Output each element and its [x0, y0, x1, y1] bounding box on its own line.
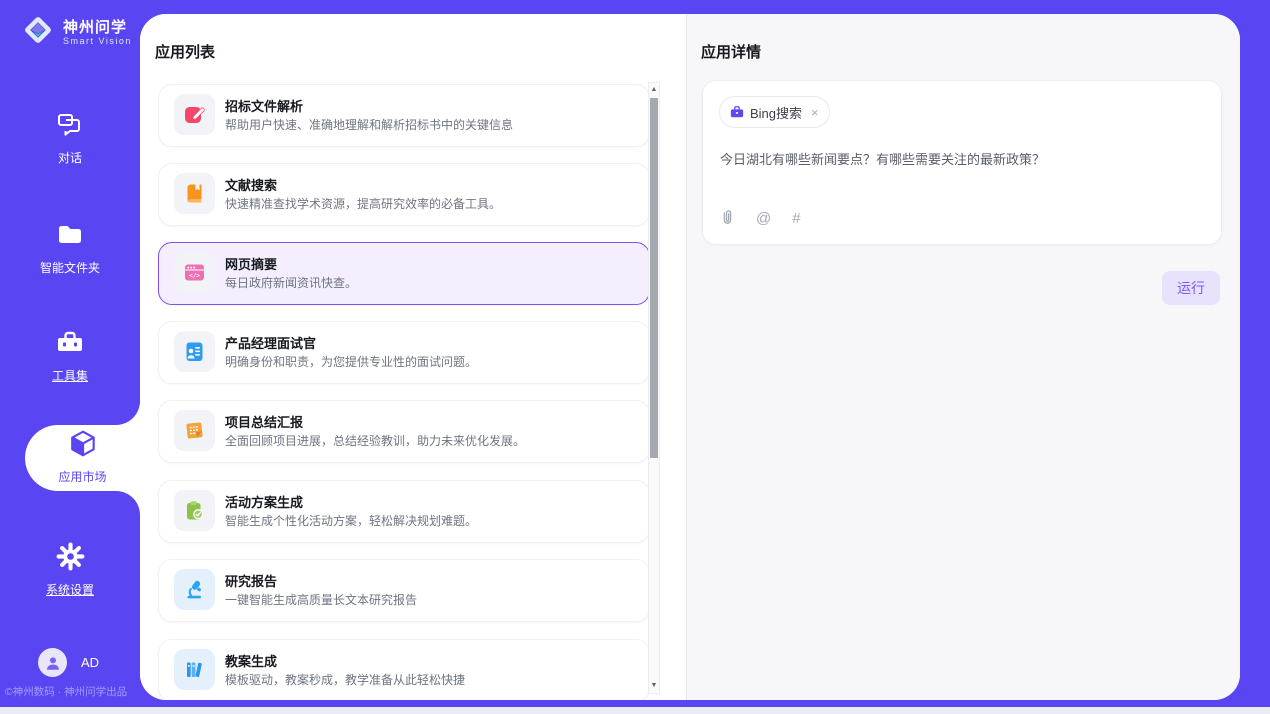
sidebar-item-settings[interactable]: 系统设置	[0, 541, 140, 598]
paperclip-icon[interactable]	[720, 209, 735, 229]
diamond-logo-icon	[20, 12, 56, 53]
content-surface: 应用列表 招标文件解析 帮助用户快速、准确地理解和解析招标书中的关键信息	[140, 14, 1240, 700]
app-desc: 每日政府新闻资讯快查。	[225, 274, 357, 291]
user-account[interactable]: AD	[38, 648, 99, 677]
toolbox-icon	[55, 328, 85, 363]
prompt-card: Bing搜索 × 今日湖北有哪些新闻要点？有哪些需要关注的最新政策？ @ #	[702, 80, 1222, 245]
app-card-project-summary[interactable]: 项目总结汇报 全面回顾项目进展，总结经验教训，助力未来优化发展。	[158, 400, 650, 463]
scroll-down-arrow-icon[interactable]: ▼	[649, 679, 659, 693]
app-card-event-plan[interactable]: 活动方案生成 智能生成个性化活动方案，轻松解决规划难题。	[158, 480, 650, 543]
app-desc: 模板驱动，教案秒成，教学准备从此轻松快捷	[225, 671, 465, 688]
sidebar-item-label: 工具集	[52, 367, 88, 384]
sidebar-item-toolbox[interactable]: 工具集	[0, 328, 140, 384]
app-title: 招标文件解析	[225, 96, 303, 115]
app-title: 产品经理面试官	[225, 333, 316, 352]
tool-tag-label: Bing搜索	[750, 103, 802, 122]
sidebar-item-smart-folder[interactable]: 智能文件夹	[0, 220, 140, 276]
app-desc: 全面回顾项目进展，总结经验教训，助力未来优化发展。	[225, 432, 525, 449]
app-card-literature-search[interactable]: 文献搜索 快速精准查找学术资源，提高研究效率的必备工具。	[158, 163, 650, 226]
microscope-icon	[174, 569, 215, 610]
browser-code-icon: </>	[174, 252, 215, 293]
sidebar-item-label: 应用市场	[58, 468, 106, 485]
app-card-web-summary[interactable]: </> 网页摘要 每日政府新闻资讯快查。	[158, 242, 650, 305]
book-icon	[174, 173, 215, 214]
brand-name: 神州问学	[63, 19, 132, 36]
resume-person-icon	[174, 331, 215, 372]
app-card-pm-interviewer[interactable]: 产品经理面试官 明确身份和职责，为您提供专业性的面试问题。	[158, 321, 650, 384]
app-list-title: 应用列表	[155, 41, 215, 62]
app-title: 活动方案生成	[225, 492, 303, 511]
mention-icon[interactable]: @	[756, 211, 771, 227]
sidebar: 神州问学 Smart Vision 对话 智能文件夹	[0, 0, 140, 707]
books-icon	[174, 649, 215, 690]
clipboard-check-icon	[174, 490, 215, 531]
brand-logo: 神州问学 Smart Vision	[20, 12, 132, 53]
briefcase-icon	[730, 105, 744, 119]
app-title: 文献搜索	[225, 175, 277, 194]
app-title: 项目总结汇报	[225, 412, 303, 431]
nav-pill-notch-top	[116, 401, 140, 425]
prompt-input[interactable]: 今日湖北有哪些新闻要点？有哪些需要关注的最新政策？	[720, 149, 1205, 168]
gear-icon	[55, 541, 86, 577]
person-icon	[44, 654, 62, 672]
run-button[interactable]: 运行	[1162, 271, 1220, 305]
brand-text: 神州问学 Smart Vision	[63, 19, 132, 47]
app-title: 网页摘要	[225, 254, 277, 273]
app-desc: 明确身份和职责，为您提供专业性的面试问题。	[225, 353, 477, 370]
nav-pill-notch-bottom	[116, 491, 140, 515]
app-list-panel: 应用列表 招标文件解析 帮助用户快速、准确地理解和解析招标书中的关键信息	[140, 14, 686, 700]
scrollbar-thumb[interactable]	[650, 98, 658, 458]
sidebar-item-app-market[interactable]: 应用市场	[25, 428, 140, 485]
app-card-research-report[interactable]: 研究报告 一键智能生成高质量长文本研究报告	[158, 559, 650, 622]
sidebar-footer-credit: ©神州数码 · 神州问学出品	[5, 684, 145, 699]
app-card-bid-doc-parse[interactable]: 招标文件解析 帮助用户快速、准确地理解和解析招标书中的关键信息	[158, 84, 650, 147]
app-card-lesson-plan[interactable]: 教案生成 模板驱动，教案秒成，教学准备从此轻松快捷	[158, 639, 650, 700]
app-desc: 快速精准查找学术资源，提高研究效率的必备工具。	[225, 195, 501, 212]
scroll-up-arrow-icon[interactable]: ▲	[649, 83, 659, 97]
folder-icon	[55, 220, 85, 255]
brand-subtitle: Smart Vision	[63, 36, 132, 47]
memo-icon	[174, 410, 215, 451]
app-desc: 智能生成个性化活动方案，轻松解决规划难题。	[225, 512, 477, 529]
avatar	[38, 648, 67, 677]
tool-tag-bing-search[interactable]: Bing搜索 ×	[719, 96, 830, 128]
tag-close-icon[interactable]: ×	[811, 105, 819, 120]
chat-icon	[55, 110, 85, 145]
sidebar-item-label: 系统设置	[46, 581, 94, 598]
app-detail-title: 应用详情	[701, 41, 761, 62]
sidebar-item-chat[interactable]: 对话	[0, 110, 140, 166]
user-name: AD	[81, 655, 99, 670]
pen-square-icon	[174, 94, 215, 135]
hash-icon[interactable]: #	[792, 211, 800, 227]
app-title: 研究报告	[225, 571, 277, 590]
sidebar-item-label: 智能文件夹	[40, 259, 100, 276]
app-detail-panel: 应用详情 Bing搜索 × 今日湖北有哪些新闻要点？有哪些需要关注的最新政策？	[687, 14, 1240, 700]
app-title: 教案生成	[225, 651, 277, 670]
app-window: 神州问学 Smart Vision 对话 智能文件夹	[0, 0, 1270, 714]
app-desc: 帮助用户快速、准确地理解和解析招标书中的关键信息	[225, 116, 513, 133]
svg-text:</>: </>	[189, 273, 200, 280]
app-desc: 一键智能生成高质量长文本研究报告	[225, 591, 417, 608]
prompt-toolbar: @ #	[720, 209, 801, 229]
list-scrollbar[interactable]: ▲ ▼	[648, 82, 660, 694]
cube-icon	[67, 428, 99, 465]
sidebar-item-label: 对话	[58, 149, 82, 166]
